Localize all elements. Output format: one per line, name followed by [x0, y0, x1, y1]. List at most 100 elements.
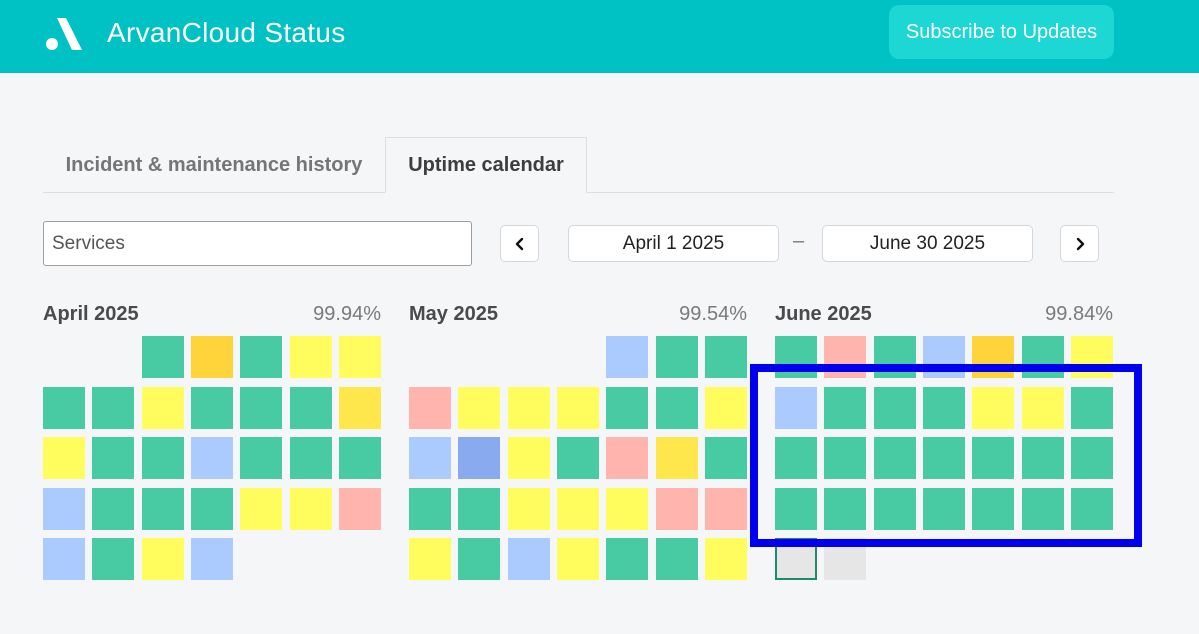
day-cell[interactable]: [775, 387, 817, 429]
month-calendar-june: June 2025 99.84%: [775, 303, 1113, 593]
day-cell[interactable]: [43, 387, 85, 429]
day-cell[interactable]: [656, 488, 698, 530]
day-cell[interactable]: [705, 336, 747, 378]
day-cell[interactable]: [191, 336, 233, 378]
day-cell[interactable]: [409, 387, 451, 429]
day-cell[interactable]: [606, 387, 648, 429]
day-cell[interactable]: [923, 336, 965, 378]
day-cell[interactable]: [1071, 437, 1113, 479]
day-cell[interactable]: [557, 538, 599, 580]
day-cell[interactable]: [142, 387, 184, 429]
day-cell[interactable]: [191, 538, 233, 580]
day-cell[interactable]: [874, 387, 916, 429]
day-cell[interactable]: [290, 437, 332, 479]
day-cell[interactable]: [656, 387, 698, 429]
day-cell[interactable]: [240, 437, 282, 479]
day-cell[interactable]: [972, 387, 1014, 429]
day-cell[interactable]: [1022, 437, 1064, 479]
day-cell[interactable]: [606, 336, 648, 378]
day-cell[interactable]: [656, 538, 698, 580]
day-cell[interactable]: [824, 387, 866, 429]
day-cell[interactable]: [508, 437, 550, 479]
day-cell[interactable]: [92, 437, 134, 479]
day-cell[interactable]: [705, 538, 747, 580]
day-cell[interactable]: [458, 538, 500, 580]
day-cell[interactable]: [606, 538, 648, 580]
day-cell[interactable]: [508, 488, 550, 530]
day-cell[interactable]: [240, 387, 282, 429]
day-cell[interactable]: [290, 336, 332, 378]
start-date-field[interactable]: April 1 2025: [568, 225, 779, 262]
day-cell[interactable]: [409, 488, 451, 530]
day-cell[interactable]: [1071, 336, 1113, 378]
day-cell[interactable]: [824, 488, 866, 530]
day-cell[interactable]: [43, 538, 85, 580]
day-cell[interactable]: [1022, 488, 1064, 530]
day-cell[interactable]: [775, 488, 817, 530]
services-select[interactable]: Services: [43, 221, 472, 266]
day-cell[interactable]: [458, 437, 500, 479]
day-cell[interactable]: [1022, 387, 1064, 429]
day-cell[interactable]: [705, 437, 747, 479]
day-cell[interactable]: [191, 387, 233, 429]
previous-period-button[interactable]: [500, 225, 539, 262]
tab-incident-history[interactable]: Incident & maintenance history: [43, 137, 385, 193]
day-cell[interactable]: [557, 387, 599, 429]
subscribe-button[interactable]: Subscribe to Updates: [889, 5, 1114, 59]
day-cell[interactable]: [339, 387, 381, 429]
arvancloud-logo-icon[interactable]: [44, 14, 84, 52]
day-cell[interactable]: [557, 437, 599, 479]
day-cell[interactable]: [240, 488, 282, 530]
day-cell[interactable]: [972, 488, 1014, 530]
chevron-left-icon: [515, 237, 523, 250]
day-cell[interactable]: [290, 387, 332, 429]
day-cell[interactable]: [656, 336, 698, 378]
end-date-field[interactable]: June 30 2025: [822, 225, 1033, 262]
day-cell[interactable]: [606, 437, 648, 479]
day-cell[interactable]: [191, 488, 233, 530]
day-cell[interactable]: [656, 437, 698, 479]
day-cell[interactable]: [92, 538, 134, 580]
day-cell[interactable]: [142, 336, 184, 378]
day-cell[interactable]: [923, 387, 965, 429]
day-cell[interactable]: [923, 488, 965, 530]
day-cell[interactable]: [1071, 387, 1113, 429]
day-cell[interactable]: [874, 488, 916, 530]
day-cell[interactable]: [339, 437, 381, 479]
day-cell[interactable]: [824, 437, 866, 479]
day-cell[interactable]: [43, 488, 85, 530]
day-cell[interactable]: [290, 488, 332, 530]
day-cell[interactable]: [142, 488, 184, 530]
day-cell[interactable]: [409, 437, 451, 479]
next-period-button[interactable]: [1060, 225, 1099, 262]
day-cell[interactable]: [339, 488, 381, 530]
tab-uptime-calendar[interactable]: Uptime calendar: [385, 137, 587, 193]
day-cell[interactable]: [824, 336, 866, 378]
day-cell[interactable]: [92, 488, 134, 530]
day-cell[interactable]: [874, 336, 916, 378]
day-cell[interactable]: [775, 437, 817, 479]
day-cell[interactable]: [923, 437, 965, 479]
day-cell[interactable]: [458, 488, 500, 530]
day-cell[interactable]: [1071, 488, 1113, 530]
day-cell[interactable]: [705, 488, 747, 530]
day-cell[interactable]: [972, 336, 1014, 378]
day-cell[interactable]: [972, 437, 1014, 479]
day-cell[interactable]: [705, 387, 747, 429]
day-cell[interactable]: [142, 437, 184, 479]
day-cell[interactable]: [339, 336, 381, 378]
day-cell[interactable]: [1022, 336, 1064, 378]
day-cell[interactable]: [508, 538, 550, 580]
day-cell[interactable]: [240, 336, 282, 378]
day-cell[interactable]: [775, 336, 817, 378]
day-cell[interactable]: [458, 387, 500, 429]
day-cell[interactable]: [191, 437, 233, 479]
day-cell[interactable]: [92, 387, 134, 429]
day-cell[interactable]: [606, 488, 648, 530]
day-cell[interactable]: [508, 387, 550, 429]
day-cell[interactable]: [142, 538, 184, 580]
day-cell[interactable]: [409, 538, 451, 580]
day-cell[interactable]: [557, 488, 599, 530]
day-cell[interactable]: [43, 437, 85, 479]
day-cell[interactable]: [874, 437, 916, 479]
